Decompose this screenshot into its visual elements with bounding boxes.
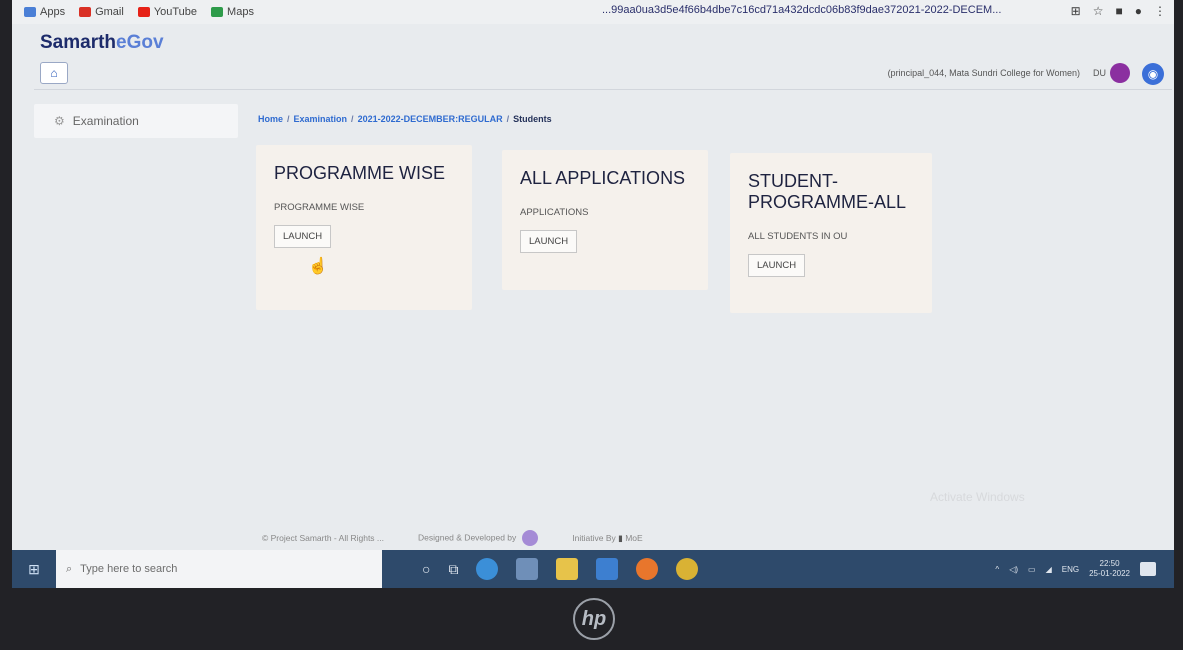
taskbar-search[interactable]: ⌕ Type here to search <box>56 550 382 588</box>
bookmark-apps[interactable]: Apps <box>24 6 65 18</box>
notification-icon[interactable] <box>1140 562 1156 576</box>
brand-accent: eGov <box>116 32 164 53</box>
system-tray: ^ ◁) ▭ ◢ ENG 22:50 25-01-2022 <box>995 559 1174 579</box>
bookmark-gmail[interactable]: Gmail <box>79 6 124 18</box>
role-label: DU <box>1093 68 1106 78</box>
initiative-text: Initiative By <box>572 532 616 543</box>
initiative-by: Initiative By ▮ MoE <box>572 533 642 544</box>
chrome-icon[interactable] <box>676 558 699 580</box>
store-icon[interactable] <box>516 558 539 580</box>
sidebar-item-label: Examination <box>72 114 139 128</box>
chevron-up-icon[interactable]: ^ <box>995 565 999 574</box>
sidepanel-icon[interactable]: ■ <box>1116 4 1123 18</box>
hp-logo: hp <box>573 598 615 640</box>
menu-icon[interactable]: ⋮ <box>1154 4 1166 18</box>
bookmark-label: Maps <box>227 6 254 18</box>
firefox-icon[interactable] <box>636 558 659 580</box>
footer: © Project Samarth - All Rights ... Desig… <box>262 530 643 546</box>
activate-windows-watermark: Activate Windows <box>930 490 1025 504</box>
mail-icon[interactable] <box>596 558 619 580</box>
browser-toolbar-icons: ⊞ ☆ ■ ● ⋮ <box>1071 4 1166 18</box>
launch-button[interactable]: LAUNCH <box>748 254 806 277</box>
clock-date: 25-01-2022 <box>1089 569 1130 578</box>
copyright-text: © Project Samarth - All Rights ... <box>262 533 384 543</box>
gear-icon: ⚙ <box>54 114 65 128</box>
bookmark-label: Apps <box>40 6 66 18</box>
gmail-icon <box>79 7 92 17</box>
card-programme-wise: PROGRAMME WISE PROGRAMME WISE LAUNCH <box>256 145 472 310</box>
search-placeholder: Type here to search <box>80 563 178 575</box>
youtube-icon <box>137 7 150 17</box>
card-title: PROGRAMME WISE <box>274 163 446 183</box>
screen: Apps Gmail YouTube Maps ...99aa0ua3d5e4f… <box>12 0 1174 588</box>
translate-icon[interactable]: ⊞ <box>1071 4 1081 18</box>
moe-label[interactable]: MoE <box>625 533 642 543</box>
card-title: STUDENT-PROGRAMME-ALL <box>748 171 907 212</box>
launch-button[interactable]: LAUNCH <box>520 230 578 253</box>
battery-icon[interactable]: ▭ <box>1028 565 1036 574</box>
app-brand[interactable]: SamartheGov <box>40 32 164 54</box>
address-bar-url[interactable]: ...99aa0ua3d5e4f66b4dbe7c16cd71a432dcdc0… <box>602 4 1001 16</box>
volume-icon[interactable]: ◁) <box>1009 565 1018 574</box>
maps-icon <box>211 7 224 17</box>
bookmark-maps[interactable]: Maps <box>211 6 254 18</box>
sidebar-item-examination[interactable]: ⚙ Examination <box>34 104 238 138</box>
designed-by: Designed & Developed by <box>418 530 539 546</box>
card-title: ALL APPLICATIONS <box>520 168 686 188</box>
card-subtitle: ALL STUDENTS IN OU <box>748 231 848 242</box>
breadcrumb-separator: / <box>351 114 354 124</box>
windows-taskbar: ⊞ ⌕ Type here to search ○ ⧉ ^ ◁) ▭ ◢ ENG… <box>12 550 1174 588</box>
hand-cursor-icon: ☝ <box>308 258 328 275</box>
home-button[interactable]: ⌂ <box>40 62 68 84</box>
clock-time: 22:50 <box>1099 559 1120 568</box>
home-icon: ⌂ <box>50 66 58 80</box>
developer-logo-icon[interactable] <box>522 530 539 546</box>
language-indicator[interactable]: ENG <box>1062 565 1079 574</box>
user-icon[interactable]: ◉ <box>1142 63 1164 85</box>
bookmark-label: YouTube <box>153 6 198 18</box>
task-view-icon[interactable]: ⧉ <box>448 561 458 578</box>
breadcrumb-current: Students <box>513 114 552 124</box>
avatar[interactable] <box>1110 63 1130 83</box>
breadcrumb-examination[interactable]: Examination <box>294 114 348 124</box>
card-subtitle: APPLICATIONS <box>520 207 589 218</box>
windows-start-icon[interactable]: ⊞ <box>12 550 56 588</box>
card-all-applications: ALL APPLICATIONS APPLICATIONS LAUNCH <box>502 150 708 290</box>
breadcrumb: Home / Examination/2021-2022-DECEMBER:REGU… <box>258 114 552 124</box>
search-icon: ⌕ <box>66 562 73 575</box>
card-subtitle: PROGRAMME WISE <box>274 202 365 213</box>
breadcrumb-separator: / <box>287 114 290 124</box>
card-student-programme-all: STUDENT-PROGRAMME-ALL ALL STUDENTS IN OU… <box>730 153 932 313</box>
breadcrumb-session[interactable]: 2021-2022-DECEMBER:REGULAR <box>358 114 503 124</box>
apps-icon <box>24 7 36 17</box>
profile-icon[interactable]: ● <box>1135 4 1142 18</box>
brand-main: Samarth <box>40 32 117 53</box>
clock[interactable]: 22:50 25-01-2022 <box>1089 559 1130 579</box>
user-info: (principal_044, Mata Sundri College for … <box>887 68 1080 78</box>
cortana-icon[interactable]: ○ <box>422 561 430 577</box>
bookmark-youtube[interactable]: YouTube <box>137 6 198 18</box>
network-icon[interactable]: ◢ <box>1046 565 1052 574</box>
designed-by-text: Designed & Developed by <box>418 532 517 543</box>
bookmark-label: Gmail <box>95 6 124 18</box>
edge-icon[interactable] <box>476 558 499 580</box>
moe-icon: ▮ <box>618 532 623 543</box>
star-icon[interactable]: ☆ <box>1093 4 1104 18</box>
breadcrumb-home[interactable]: Home <box>258 114 283 124</box>
breadcrumb-separator: / <box>506 114 510 124</box>
file-explorer-icon[interactable] <box>556 558 579 580</box>
launch-button[interactable]: LAUNCH <box>274 225 332 248</box>
top-bar: ⌂ (principal_044, Mata Sundri College fo… <box>34 56 1172 90</box>
taskbar-apps: ○ ⧉ <box>422 558 699 580</box>
